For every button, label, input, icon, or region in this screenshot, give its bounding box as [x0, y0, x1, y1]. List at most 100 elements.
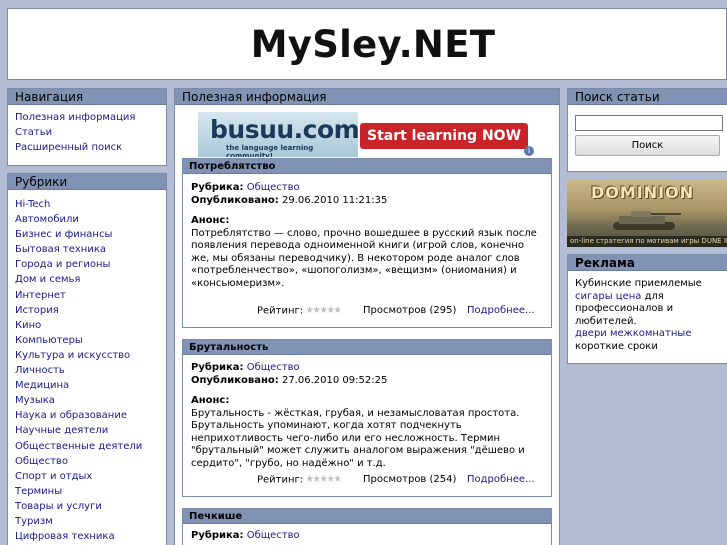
- article-rubric-row: Рубрика: Общество: [191, 182, 543, 195]
- rubric-item[interactable]: Бытовая техника: [15, 242, 166, 257]
- published-label: Опубликовано:: [191, 194, 279, 206]
- rubric-item[interactable]: Наука и образование: [15, 408, 166, 423]
- rubrics-list: Hi-Tech Автомобили Бизнес и финансы Быто…: [8, 190, 166, 544]
- nav-item-advanced-search[interactable]: Расширенный поиск: [15, 140, 166, 155]
- read-more-link[interactable]: Подробнее...: [467, 474, 535, 485]
- article-published-row: Опубликовано: 27.06.2010 09:52:25: [191, 375, 543, 388]
- rubric-label: Рубрика:: [191, 182, 244, 193]
- article-published-row: Опубликовано: 29.06.2010 11:21:35: [191, 195, 543, 208]
- rubric-item[interactable]: Туризм: [15, 514, 166, 529]
- navigation-title: Навигация: [8, 89, 166, 105]
- rubric-item[interactable]: Спорт и отдых: [15, 469, 166, 484]
- star-icon: [327, 306, 335, 313]
- anons-label-row: Анонс:: [191, 215, 543, 228]
- rubric-item[interactable]: Личность: [15, 363, 166, 378]
- article-published-date: 29.06.2010 11:21:35: [281, 194, 388, 206]
- article-body: Рубрика: Общество Опубликовано: 27.06.20…: [183, 355, 551, 470]
- nav-item-articles[interactable]: Статьи: [15, 125, 166, 140]
- search-panel: Поиск статьи Поиск: [567, 88, 727, 172]
- article-rubric-row: Рубрика: Общество: [191, 530, 543, 543]
- rating-stars[interactable]: [306, 305, 342, 316]
- rubric-label: Рубрика:: [191, 530, 244, 541]
- ads-panel: Реклама Кубинские приемлемые сигары цена…: [567, 254, 727, 364]
- ads-link-cigars[interactable]: сигары цена: [575, 291, 641, 302]
- article-card: Потреблятство Рубрика: Общество Опублико…: [182, 158, 552, 328]
- rubric-item[interactable]: Дом и семья: [15, 272, 166, 287]
- search-title: Поиск статьи: [568, 89, 727, 105]
- rubrics-panel: Рубрики Hi-Tech Автомобили Бизнес и фина…: [7, 173, 167, 545]
- article-views: Просмотров (295): [363, 305, 457, 316]
- ads-text-3: короткие сроки: [575, 340, 658, 352]
- article-published-date: 27.06.2010 09:52:25: [281, 374, 388, 386]
- site-title[interactable]: MySley.NET: [251, 23, 496, 66]
- rubric-item[interactable]: Hi-Tech: [15, 197, 166, 212]
- busuu-tagline: the language learning community!: [226, 144, 314, 157]
- article-rubric-link[interactable]: Общество: [247, 182, 300, 193]
- rubric-item[interactable]: Интернет: [15, 288, 166, 303]
- dominion-ad-banner[interactable]: DOMINION on-line стратегия по мотивам иг…: [567, 180, 727, 247]
- rubrics-title: Рубрики: [8, 174, 166, 190]
- dominion-logo: DOMINION: [591, 183, 695, 202]
- article-title[interactable]: Брутальность: [183, 340, 551, 355]
- rubric-item[interactable]: Культура и искусство: [15, 348, 166, 363]
- rating-stars[interactable]: [306, 474, 342, 485]
- navigation-list: Полезная информация Статьи Расширенный п…: [8, 105, 166, 155]
- rubric-item[interactable]: Научные деятели: [15, 423, 166, 438]
- rating-label: Рейтинг:: [257, 305, 304, 317]
- star-icon: [327, 475, 335, 482]
- article-rubric-row: Рубрика: Общество: [191, 362, 543, 375]
- ad-info-icon[interactable]: i: [524, 146, 534, 156]
- busuu-logo: busuu.com: [210, 115, 360, 144]
- star-icon: [320, 306, 328, 313]
- rubric-item[interactable]: Кино: [15, 318, 166, 333]
- main-title: Полезная информация: [175, 89, 559, 105]
- rubric-item[interactable]: Термины: [15, 484, 166, 499]
- anons-label: Анонс:: [191, 395, 230, 406]
- rubric-item[interactable]: Города и регионы: [15, 257, 166, 272]
- article-rubric-link[interactable]: Общество: [247, 362, 300, 373]
- ads-body: Кубинские приемлемые сигары цена для про…: [568, 271, 727, 353]
- rubric-item[interactable]: Компьютеры: [15, 333, 166, 348]
- rubric-item[interactable]: Цифровая техника: [15, 529, 166, 544]
- rubric-label: Рубрика:: [191, 362, 244, 373]
- rubric-item[interactable]: Медицина: [15, 378, 166, 393]
- site-header: MySley.NET: [7, 8, 727, 80]
- article-anons: Потреблятство — слово, прочно вошедшее в…: [191, 227, 537, 289]
- article-title[interactable]: Печкише: [183, 509, 551, 524]
- star-icon: [313, 306, 321, 313]
- article-footer: Рейтинг: Просмотров (254) Подробнее...: [183, 474, 551, 488]
- busuu-brand-area: busuu.com the language learning communit…: [198, 112, 360, 157]
- article-rating: Рейтинг:: [257, 474, 342, 486]
- article-body: Рубрика: Общество: [183, 524, 551, 543]
- dominion-caption: on-line стратегия по мотивам игры DUNE I…: [567, 236, 727, 247]
- star-icon: [334, 475, 342, 482]
- article-title[interactable]: Потреблятство: [183, 159, 551, 174]
- star-icon: [306, 475, 314, 482]
- read-more-link[interactable]: Подробнее...: [467, 305, 535, 316]
- rubric-item[interactable]: История: [15, 303, 166, 318]
- article-anons: Брутальность - жёсткая, грубая, и незамы…: [191, 407, 525, 469]
- rubric-item[interactable]: Товары и услуги: [15, 499, 166, 514]
- ads-text-1: Кубинские приемлемые: [575, 278, 702, 289]
- article-card: Печкише Рубрика: Общество: [182, 508, 552, 545]
- article-views: Просмотров (254): [363, 474, 457, 485]
- article-body: Рубрика: Общество Опубликовано: 29.06.20…: [183, 174, 551, 290]
- ads-link-doors[interactable]: двери межкомнатные: [575, 328, 691, 339]
- tank-icon: [613, 211, 681, 230]
- busuu-ad-banner[interactable]: busuu.com the language learning communit…: [198, 112, 535, 157]
- rubric-item[interactable]: Общественные деятели: [15, 439, 166, 454]
- star-icon: [320, 475, 328, 482]
- article-rubric-link[interactable]: Общество: [247, 530, 300, 541]
- nav-item-useful-info[interactable]: Полезная информация: [15, 110, 166, 125]
- article-rating: Рейтинг:: [257, 305, 342, 317]
- rubric-item[interactable]: Общество: [15, 454, 166, 469]
- anons-label-row: Анонс:: [191, 395, 543, 408]
- search-button[interactable]: Поиск: [575, 135, 720, 156]
- search-input[interactable]: [575, 115, 723, 131]
- star-icon: [313, 475, 321, 482]
- rubric-item[interactable]: Музыка: [15, 393, 166, 408]
- star-icon: [334, 306, 342, 313]
- start-learning-button[interactable]: Start learning NOW: [360, 123, 528, 149]
- rubric-item[interactable]: Бизнес и финансы: [15, 227, 166, 242]
- rubric-item[interactable]: Автомобили: [15, 212, 166, 227]
